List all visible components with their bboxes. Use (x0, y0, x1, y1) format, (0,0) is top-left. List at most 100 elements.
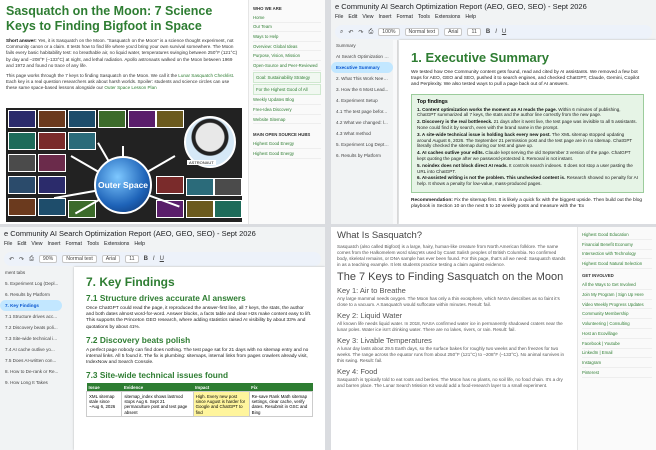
outline-item[interactable]: 7.5 Does AI-written con... (0, 355, 62, 366)
outline-item[interactable]: Summary (331, 40, 393, 51)
sidebar-item[interactable]: Video Weekly Progress Updates (582, 300, 652, 310)
key-heading: Key 4: Food (337, 367, 378, 376)
outline-item[interactable]: 4. Experiment Setup (331, 95, 393, 106)
checklist-link[interactable]: Lunar Sasquatch Checklist (178, 73, 233, 78)
menu-item[interactable]: Extensions (104, 241, 129, 251)
sidebar-item[interactable]: Our Team (253, 23, 321, 33)
menu-item[interactable]: Tools (87, 241, 99, 251)
zoom-select[interactable]: 100% (378, 28, 400, 36)
outline-item[interactable]: 4.3 What method (331, 128, 393, 139)
sidebar-item[interactable]: LinkedIn | Email (582, 349, 652, 359)
sidebar-item[interactable]: Host an Ecovillage (582, 329, 652, 339)
sidebar-item[interactable]: Goal: Sustainability Strategy (253, 71, 321, 83)
print-icon[interactable]: ⎙ (368, 29, 373, 36)
bold-icon[interactable]: B (486, 29, 490, 35)
sidebar-item[interactable]: Instagram (582, 358, 652, 369)
sidebar-item[interactable]: Overview: Global Ideas (253, 42, 321, 52)
underline-icon[interactable]: U (502, 29, 506, 35)
sidebar-item[interactable]: Purpose, Vision, Mission (253, 51, 321, 61)
blog-sidebar: Highest Good Education Financial Benefit … (577, 227, 656, 450)
menu-item[interactable]: Edit (348, 14, 357, 24)
underline-icon[interactable]: U (160, 256, 164, 262)
sidebar-item[interactable]: Home (253, 13, 321, 23)
sidebar-nav-hubs: Highest Good Energy Highest Good Energy (253, 139, 321, 159)
outline-item[interactable]: 8. How to De-rank or Re... (0, 366, 62, 377)
zoom-select[interactable]: 90% (38, 255, 58, 263)
outline-item[interactable]: 4.2 What we changed: l... (331, 117, 393, 128)
finding-item: 3. A site-wide technical issue is holdin… (417, 132, 638, 149)
outline-item[interactable]: ment tabs (0, 267, 62, 278)
outline-item[interactable]: 5. Experiment Log Depth... (331, 139, 393, 150)
sidebar-item-hub[interactable]: Highest Good Energy (253, 149, 321, 159)
sidebar-item[interactable]: Highest Good Education (582, 230, 652, 240)
font-size-field[interactable]: 11 (125, 255, 139, 263)
font-select[interactable]: Arial (101, 255, 121, 263)
outline-item[interactable]: 7.2 Discovery beats poli... (0, 322, 62, 333)
sidebar-item[interactable]: Intersection with Technology (582, 250, 652, 260)
blog-title: Sasquatch on the Moon: 7 Science Keys to… (6, 4, 213, 33)
sidebar-item[interactable]: Community Membership (582, 309, 652, 320)
sidebar-item[interactable]: Free-Idea Discovery (253, 105, 321, 115)
print-icon[interactable]: ⎙ (29, 256, 34, 263)
sidebar-item[interactable]: Open-Source and Peer-Reviewed (253, 61, 321, 71)
menu-item[interactable]: File (4, 241, 12, 251)
doc-title[interactable]: e Community AI Search Optimization Repor… (331, 0, 656, 14)
sidebar-item[interactable]: Financial Benefit Economy (582, 240, 652, 250)
menu-item[interactable]: View (362, 14, 373, 24)
outline-item[interactable]: 7.3 Site-wide technical i... (0, 333, 62, 344)
finding-item: 1. Content optimization works the moment… (417, 107, 638, 119)
outline-item[interactable]: 6. Results by Platform (0, 289, 62, 300)
redo-icon[interactable]: ↷ (19, 256, 24, 263)
sidebar-item[interactable]: Pinterest (582, 368, 652, 378)
sidebar-item[interactable]: Weekly Updates Blog (253, 96, 321, 106)
sidebar-item-hub[interactable]: Highest Good Energy (253, 139, 321, 149)
outline-item[interactable]: 7. Key Findings (0, 300, 62, 311)
bold-icon[interactable]: B (144, 256, 148, 262)
outline-item[interactable]: Executive Summary (331, 62, 393, 73)
font-select[interactable]: Arial (444, 28, 463, 36)
doc-title[interactable]: e Community AI Search Optimization Repor… (0, 227, 325, 241)
menu-item[interactable]: Help (465, 14, 476, 24)
italic-icon[interactable]: I (495, 29, 497, 35)
outline-item[interactable]: 9. How Long It Takes (0, 377, 62, 388)
sidebar-item[interactable]: All the Ways to Get Involved (582, 280, 652, 290)
menu-item[interactable]: Format (65, 241, 81, 251)
lesson-plan-link[interactable]: Outer Space Lesson Plan (104, 85, 156, 90)
italic-icon[interactable]: I (153, 256, 155, 262)
menu-item[interactable]: Tools (418, 14, 430, 24)
menu-item[interactable]: File (335, 14, 343, 24)
key-heading: Key 2: Liquid Water (337, 311, 403, 320)
redo-icon[interactable]: ↷ (358, 29, 363, 36)
sidebar-nav-top: Highest Good Education Financial Benefit … (582, 230, 652, 270)
style-select[interactable]: Normal text (62, 255, 97, 263)
style-select[interactable]: Normal text (404, 28, 440, 36)
sidebar-item[interactable]: Join My Program | Sign Up Here (582, 290, 652, 300)
menu-item[interactable]: Extensions (435, 14, 460, 24)
menu-item[interactable]: Format (396, 14, 412, 24)
outline-item[interactable]: 4.1 The test page befor... (331, 106, 393, 117)
menu-item[interactable]: View (31, 241, 42, 251)
sidebar-item[interactable]: Website Sitemap (253, 115, 321, 125)
menu-item[interactable]: Edit (17, 241, 26, 251)
menu-item[interactable]: Insert (47, 241, 60, 251)
outline-item[interactable]: 5. Experiment Log (Depl... (0, 278, 62, 289)
outline-item[interactable]: 2. What This Work Needs... (331, 73, 393, 84)
undo-icon[interactable]: ↶ (348, 29, 353, 36)
sidebar-item[interactable]: Highest Good Natural Selection (582, 259, 652, 270)
sidebar-item[interactable]: Volunteering | Consulting (582, 319, 652, 330)
outline-item[interactable]: 6. Results by Platform (331, 150, 393, 161)
sidebar-item[interactable]: Ways to Help (253, 32, 321, 42)
menu-item[interactable]: Help (134, 241, 145, 251)
font-size-field[interactable]: 11 (467, 28, 481, 36)
outline-item[interactable]: AI Search Optimization R... (331, 51, 393, 62)
undo-icon[interactable]: ↶ (9, 256, 14, 263)
key-text: Sasquatch is typically told to eat roots… (337, 377, 563, 388)
menu-item[interactable]: Insert (378, 14, 391, 24)
outline-item[interactable]: 3. How the 6 Most Lead... (331, 84, 393, 95)
search-icon[interactable]: ⌕ (340, 29, 343, 36)
outline-item[interactable]: 7.1 Structure drives acc... (0, 311, 62, 322)
sidebar-item[interactable]: For the Highest Good of All (253, 83, 321, 95)
doc-page: 7. Key Findings 7.1 Structure drives acc… (74, 267, 325, 450)
outline-item[interactable]: 7.4 AI cache outlive yo... (0, 344, 62, 355)
sidebar-item[interactable]: Facebook | Youtube (582, 339, 652, 349)
